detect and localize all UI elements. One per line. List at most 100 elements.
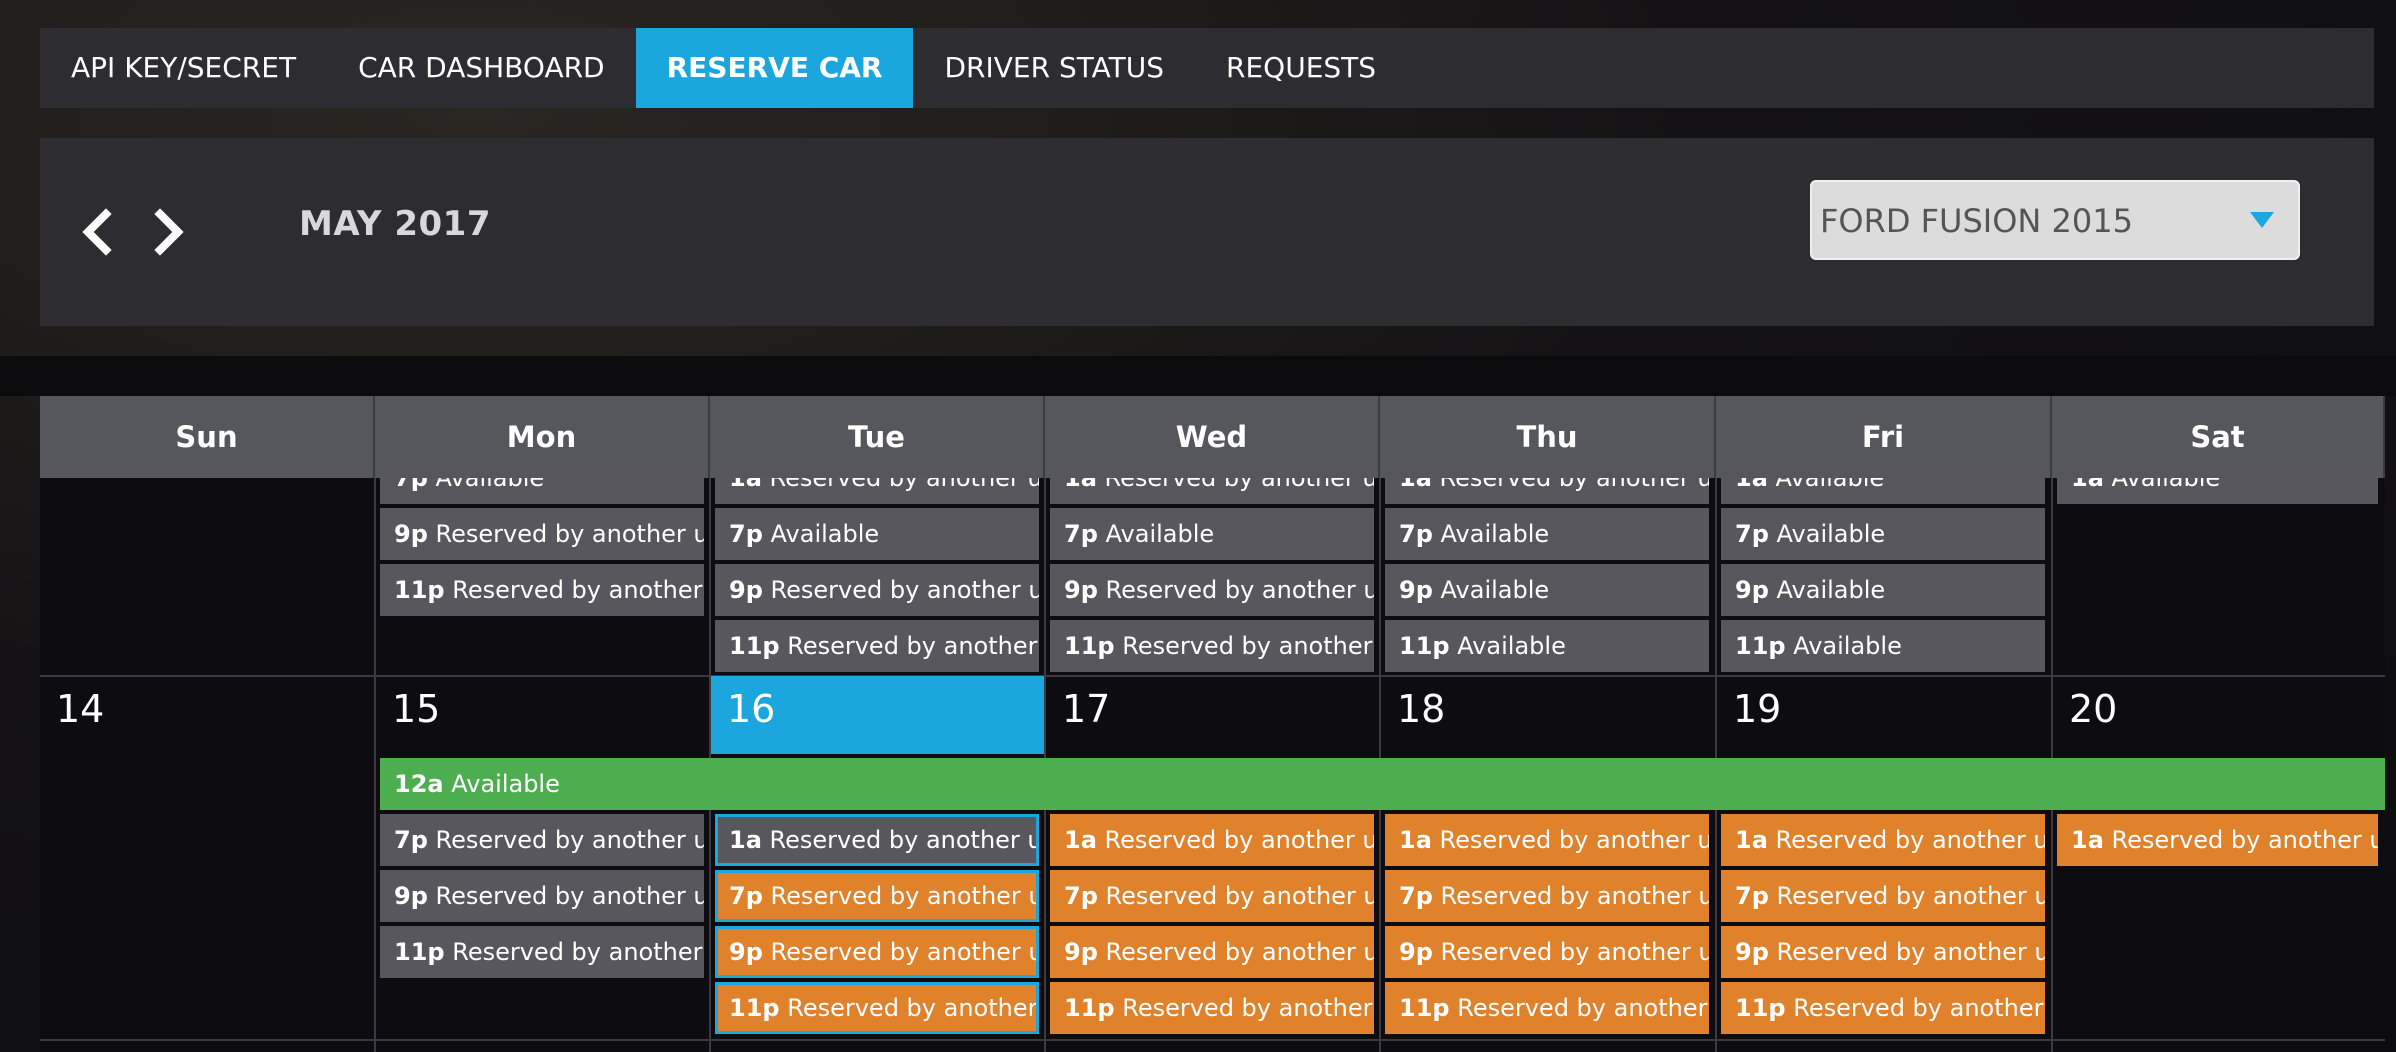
day-number[interactable]: 14 xyxy=(40,676,374,754)
tab-driver-status[interactable]: DRIVER STATUS xyxy=(913,28,1195,108)
weekday-sun: Sun xyxy=(40,396,375,478)
grid-line xyxy=(374,478,376,1052)
event-slot[interactable]: 11p Reserved by another use xyxy=(715,982,1039,1034)
event-slot[interactable]: 9p Reserved by another user xyxy=(1721,926,2045,978)
weekday-tue: Tue xyxy=(710,396,1045,478)
event-time: 11p xyxy=(1735,632,1786,660)
tab-api-key-secret[interactable]: API KEY/SECRET xyxy=(40,28,327,108)
event-slot[interactable]: 9p Reserved by another user xyxy=(1050,564,1374,616)
event-time: 9p xyxy=(1735,938,1769,966)
event-text: Reserved by another user xyxy=(1776,882,2045,910)
event-text: Reserved by another use xyxy=(1122,632,1374,660)
event-time: 9p xyxy=(1064,938,1098,966)
event-slot[interactable]: 9p Reserved by another user xyxy=(1385,926,1709,978)
event-time: 11p xyxy=(394,938,445,966)
event-text: Reserved by another user xyxy=(1439,826,1709,854)
weekday-mon: Mon xyxy=(375,396,710,478)
chevron-right-icon[interactable] xyxy=(148,208,188,256)
event-slot[interactable]: 11p Reserved by another use xyxy=(1050,982,1374,1034)
event-time: 7p xyxy=(1735,520,1769,548)
event-time: 9p xyxy=(1735,576,1769,604)
event-text: Reserved by another use xyxy=(1457,994,1709,1022)
day-number[interactable]: 19 xyxy=(1717,676,2051,754)
event-time: 1a xyxy=(2071,826,2104,854)
day-number[interactable]: 17 xyxy=(1046,676,1379,754)
event-time: 12a xyxy=(394,770,444,798)
event-slot[interactable]: 11p Available xyxy=(1721,620,2045,672)
event-slot[interactable]: 9p Reserved by another user xyxy=(380,870,704,922)
event-text: Available xyxy=(1457,632,1566,660)
event-slot[interactable]: 9p Reserved by another user xyxy=(715,564,1039,616)
event-slot[interactable]: 7p Available xyxy=(1721,508,2045,560)
event-slot[interactable]: 7p Reserved by another user xyxy=(715,870,1039,922)
car-select[interactable]: FORD FUSION 2015 xyxy=(1810,180,2300,260)
event-slot[interactable]: 1a Reserved by another user xyxy=(1385,814,1709,866)
event-text: Reserved by another user xyxy=(1104,826,1374,854)
event-slot[interactable]: 7p Reserved by another user xyxy=(380,814,704,866)
event-text: Available xyxy=(1793,632,1902,660)
day-number[interactable]: 15 xyxy=(376,676,709,754)
event-time: 9p xyxy=(1399,576,1433,604)
day-number-today[interactable]: 16 xyxy=(711,676,1044,754)
event-slot[interactable]: 11p Available xyxy=(1385,620,1709,672)
event-slot[interactable]: 9p Reserved by another user xyxy=(380,508,704,560)
top-nav: API KEY/SECRET CAR DASHBOARD RESERVE CAR… xyxy=(40,28,2374,108)
event-text: Available xyxy=(1776,576,1886,604)
event-time: 1a xyxy=(729,826,762,854)
event-slot[interactable]: 7p Reserved by another user xyxy=(1721,870,2045,922)
chevron-left-icon[interactable] xyxy=(78,208,118,256)
event-text: Reserved by another user xyxy=(2111,826,2378,854)
tab-car-dashboard[interactable]: CAR DASHBOARD xyxy=(327,28,636,108)
event-text: Reserved by another user xyxy=(1776,938,2045,966)
event-slot[interactable]: 7p Available xyxy=(1050,508,1374,560)
event-slot[interactable]: 1a Reserved by another user xyxy=(715,814,1039,866)
weekday-fri: Fri xyxy=(1716,396,2052,478)
event-slot[interactable]: 7p Available xyxy=(715,508,1039,560)
tab-reserve-car[interactable]: RESERVE CAR xyxy=(635,28,914,108)
event-time: 11p xyxy=(1064,632,1115,660)
event-text: Available xyxy=(1440,576,1550,604)
event-time: 11p xyxy=(729,994,780,1022)
event-banner-available[interactable]: 12a Available xyxy=(380,758,2385,810)
event-text: Reserved by another user xyxy=(770,576,1039,604)
month-label: MAY 2017 xyxy=(299,204,491,244)
event-time: 1a xyxy=(1399,826,1432,854)
event-text: Available xyxy=(770,520,880,548)
event-text: Reserved by another user xyxy=(435,826,704,854)
event-slot[interactable]: 11p Reserved by another use xyxy=(1385,982,1709,1034)
event-time: 7p xyxy=(1735,882,1769,910)
event-text: Reserved by another user xyxy=(1105,938,1374,966)
event-text: Available xyxy=(1440,520,1550,548)
event-slot[interactable]: 1a Reserved by another user xyxy=(2057,814,2378,866)
event-time: 11p xyxy=(1399,994,1450,1022)
day-number[interactable]: 20 xyxy=(2053,676,2385,754)
event-slot[interactable]: 11p Reserved by another use xyxy=(715,620,1039,672)
event-text: Reserved by another user xyxy=(1440,938,1709,966)
event-time: 11p xyxy=(1064,994,1115,1022)
event-slot[interactable]: 11p Reserved by another use xyxy=(1050,620,1374,672)
tab-requests[interactable]: REQUESTS xyxy=(1195,28,1407,108)
event-text: Reserved by another use xyxy=(1793,994,2045,1022)
event-text: Reserved by another use xyxy=(452,938,704,966)
event-slot[interactable]: 9p Available xyxy=(1385,564,1709,616)
event-slot[interactable]: 11p Reserved by another use xyxy=(380,926,704,978)
event-slot[interactable]: 11p Reserved by another use xyxy=(1721,982,2045,1034)
event-text: Reserved by another use xyxy=(1122,994,1374,1022)
event-slot[interactable]: 7p Reserved by another user xyxy=(1050,870,1374,922)
event-time: 9p xyxy=(1399,938,1433,966)
event-slot[interactable]: 7p Reserved by another user xyxy=(1385,870,1709,922)
event-text: Reserved by another user xyxy=(770,938,1039,966)
calendar-toolbar: MAY 2017 FORD FUSION 2015 xyxy=(40,138,2374,326)
event-slot[interactable]: 9p Reserved by another user xyxy=(1050,926,1374,978)
day-number[interactable]: 18 xyxy=(1381,676,1715,754)
event-slot[interactable]: 9p Available xyxy=(1721,564,2045,616)
event-slot[interactable]: 7p Available xyxy=(1385,508,1709,560)
event-slot[interactable]: 9p Reserved by another user xyxy=(715,926,1039,978)
event-slot[interactable]: 1a Reserved by another user xyxy=(1050,814,1374,866)
event-text: Available xyxy=(1105,520,1215,548)
event-time: 11p xyxy=(1735,994,1786,1022)
car-select-value: FORD FUSION 2015 xyxy=(1820,202,2133,240)
event-time: 11p xyxy=(394,576,445,604)
event-slot[interactable]: 1a Reserved by another user xyxy=(1721,814,2045,866)
event-slot[interactable]: 11p Reserved by another use xyxy=(380,564,704,616)
